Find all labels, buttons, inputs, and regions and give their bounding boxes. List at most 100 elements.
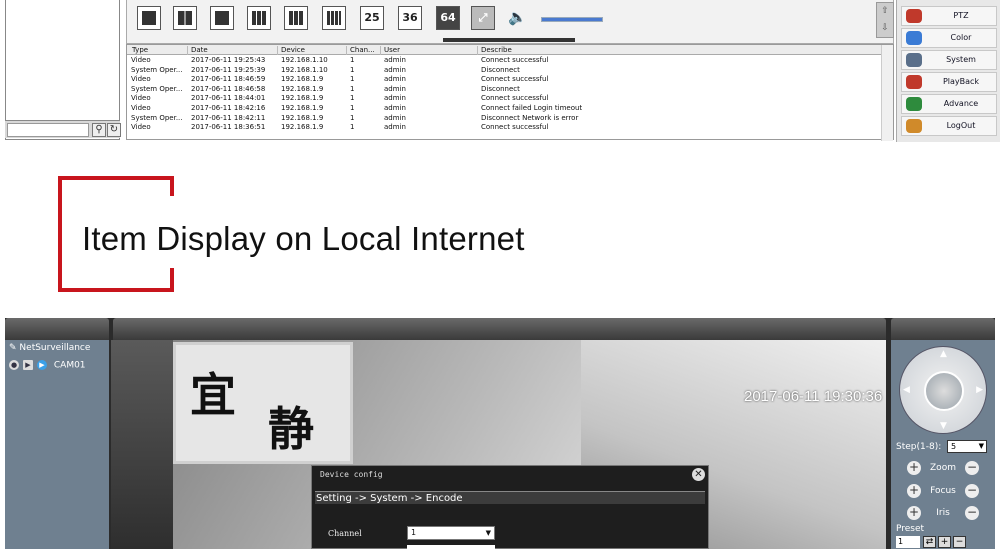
- red-bracket-top: [58, 176, 174, 180]
- table-cell: 192.168.1.9: [281, 123, 324, 132]
- log-scrollbar[interactable]: [881, 45, 893, 141]
- step-select[interactable]: 5 ▼: [947, 440, 987, 453]
- column-header[interactable]: Describe: [477, 46, 635, 55]
- step-value: 5: [951, 442, 957, 451]
- menu-item-label: LogOut: [946, 121, 976, 130]
- table-cell: 2017-06-11 19:25:43: [191, 56, 266, 64]
- tree-root[interactable]: ✎ NetSurveillance: [9, 343, 90, 353]
- focus-label: Focus: [930, 486, 956, 496]
- table-cell: Video: [131, 104, 151, 112]
- close-icon[interactable]: ✕: [692, 468, 705, 481]
- play-icon[interactable]: ▶: [23, 360, 33, 370]
- device-config-dialog: Device config ✕ Setting -> System -> Enc…: [311, 465, 709, 549]
- layout-6-button[interactable]: [210, 6, 234, 30]
- menu-item-logout[interactable]: LogOut: [901, 116, 997, 136]
- layout-36-button[interactable]: 36: [398, 6, 422, 30]
- live-icon[interactable]: ▶: [37, 360, 47, 370]
- preset-label: Preset: [896, 524, 925, 534]
- layout-13-button[interactable]: [284, 6, 308, 30]
- zoom-label: Zoom: [930, 463, 956, 473]
- layout-64-button[interactable]: 64: [436, 6, 460, 30]
- table-cell: 1: [350, 65, 355, 74]
- section-heading: Item Display on Local Internet: [82, 220, 525, 257]
- table-cell: System Oper...: [131, 113, 183, 122]
- channel-select[interactable]: 1 ▼: [407, 526, 495, 540]
- preset-input[interactable]: 1: [896, 536, 920, 548]
- preset-add-icon[interactable]: +: [938, 536, 951, 548]
- table-cell: 192.168.1.9: [281, 94, 324, 103]
- playback-icon: [906, 75, 922, 89]
- red-bracket-bottom-end: [170, 268, 174, 292]
- color-icon: [906, 31, 922, 45]
- column-header[interactable]: Chan...: [346, 46, 375, 55]
- preset-remove-icon[interactable]: −: [953, 536, 966, 548]
- table-cell: 192.168.1.9: [281, 75, 324, 84]
- system-icon: [906, 53, 922, 67]
- table-cell: Connect successful: [481, 123, 549, 132]
- layout-4-button[interactable]: [173, 6, 197, 30]
- table-cell: admin: [384, 94, 406, 103]
- layout-1-button[interactable]: [137, 6, 161, 30]
- table-cell: admin: [384, 123, 406, 132]
- search-icon[interactable]: ⚲: [92, 123, 106, 137]
- chevron-down-icon: ▼: [485, 529, 491, 537]
- column-header[interactable]: Device: [277, 46, 305, 55]
- record-icon[interactable]: ●: [9, 360, 19, 370]
- zoom-plus-icon[interactable]: +: [907, 461, 921, 475]
- table-cell: 2017-06-11 19:25:39: [191, 65, 266, 74]
- layout-25-button[interactable]: 25: [360, 6, 384, 30]
- table-cell: 192.168.1.10: [281, 65, 328, 74]
- refresh-icon[interactable]: ↻: [107, 123, 121, 137]
- table-cell: 192.168.1.9: [281, 104, 324, 112]
- arrow-down-icon[interactable]: ▼: [940, 421, 947, 431]
- iris-plus-icon[interactable]: +: [907, 506, 921, 520]
- table-cell: admin: [384, 75, 406, 84]
- volume-slider[interactable]: [541, 17, 603, 22]
- ptz-center-button[interactable]: [924, 371, 964, 411]
- next-field[interactable]: [407, 545, 495, 549]
- camera-label: CAM01: [53, 360, 86, 371]
- table-cell: admin: [384, 104, 406, 112]
- device-search-input[interactable]: [7, 123, 89, 137]
- table-cell: 1: [350, 56, 355, 64]
- osd-timestamp: 2017-06-11 19:30:36: [744, 388, 883, 405]
- tree-camera-item[interactable]: ● ▶ ▶ CAM01: [9, 360, 86, 371]
- menu-item-label: Color: [950, 33, 972, 42]
- menu-item-label: PTZ: [953, 11, 969, 20]
- menu-item-color[interactable]: Color: [901, 28, 997, 48]
- menu-item-system[interactable]: System: [901, 50, 997, 70]
- live-video-view[interactable]: 宜 静 2017-06-11 19:30:36 Device config ✕ …: [111, 340, 886, 549]
- channel-label: Channel: [328, 529, 362, 538]
- preset-goto-icon[interactable]: ⇄: [923, 536, 936, 548]
- mute-speaker-icon[interactable]: 🔈: [508, 8, 530, 30]
- focus-plus-icon[interactable]: +: [907, 484, 921, 498]
- layout-9-button[interactable]: [247, 6, 271, 30]
- arrow-up-icon[interactable]: ▲: [940, 349, 947, 359]
- menu-item-advance[interactable]: Advance: [901, 94, 997, 114]
- layout-scroll-arrows[interactable]: ⇧ ⇩: [876, 2, 894, 38]
- arrow-right-icon[interactable]: ▶: [976, 385, 983, 395]
- table-cell: Connect successful: [481, 75, 549, 84]
- fullscreen-icon[interactable]: ⤢: [471, 6, 495, 30]
- column-header[interactable]: Date: [187, 46, 208, 55]
- toolbar-tab-indicator: [443, 38, 575, 42]
- column-header[interactable]: Type: [129, 46, 148, 55]
- advance-icon: [906, 97, 922, 111]
- table-cell: Disconnect: [481, 65, 520, 74]
- log-table: Type Date Device Chan... User Describe V…: [126, 44, 894, 141]
- column-header[interactable]: User: [380, 46, 400, 55]
- table-cell: admin: [384, 65, 406, 74]
- iris-minus-icon[interactable]: −: [965, 506, 979, 520]
- device-tree: ✎ NetSurveillance ● ▶ ▶ CAM01: [5, 340, 109, 549]
- table-cell: 192.168.1.9: [281, 84, 324, 93]
- menu-item-playback[interactable]: PlayBack: [901, 72, 997, 92]
- arrow-left-icon[interactable]: ◀: [903, 385, 910, 395]
- zoom-minus-icon[interactable]: −: [965, 461, 979, 475]
- table-cell: 1: [350, 123, 355, 132]
- table-cell: Video: [131, 75, 151, 84]
- focus-minus-icon[interactable]: −: [965, 484, 979, 498]
- menu-item-ptz[interactable]: PTZ: [901, 6, 997, 26]
- calligraphy-char: 静: [268, 402, 314, 456]
- layout-16-button[interactable]: [322, 6, 346, 30]
- ptz-joystick[interactable]: ▲ ▼ ◀ ▶: [899, 346, 987, 434]
